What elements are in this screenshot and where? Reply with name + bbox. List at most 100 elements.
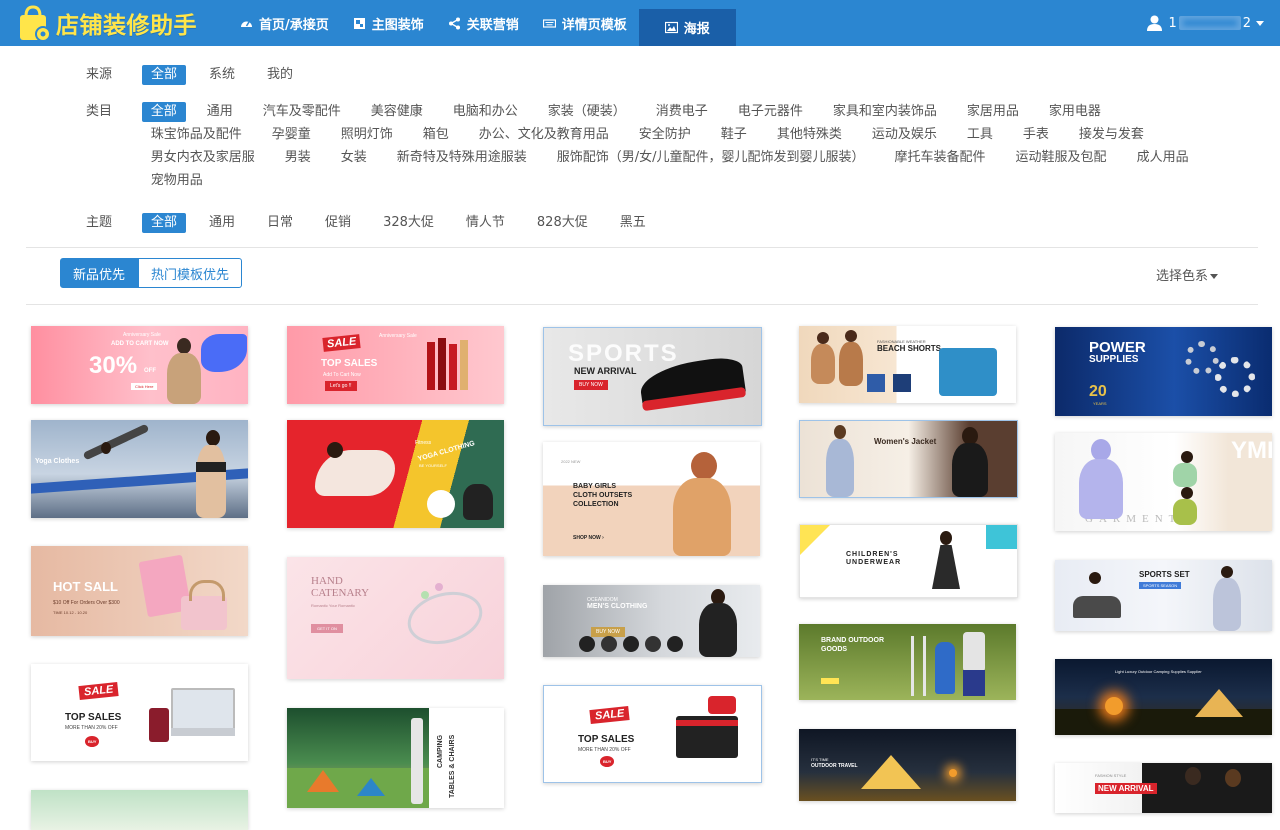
- poster-card[interactable]: Yoga Clothes: [31, 420, 248, 518]
- poster-card[interactable]: Light Luxury Outdoor Camping Supplies Su…: [1055, 659, 1272, 735]
- poster-card[interactable]: [31, 790, 248, 830]
- filter-label-theme: 主题: [86, 215, 113, 230]
- category-filter-option[interactable]: 通用: [198, 102, 242, 122]
- nav-item-main-image[interactable]: 主图装饰: [341, 0, 436, 46]
- filter-label-category: 类目: [86, 104, 113, 119]
- category-filter-option[interactable]: 美容健康: [362, 102, 432, 122]
- poster-card[interactable]: FASHION STYLE NEW ARRIVAL: [1055, 763, 1272, 813]
- category-filter-option[interactable]: 家具和室内装饰品: [824, 102, 946, 122]
- category-filter-option[interactable]: 手表: [1014, 125, 1058, 145]
- theme-filter-option[interactable]: 情人节: [457, 213, 514, 233]
- category-filter-option[interactable]: 电脑和办公: [444, 102, 527, 122]
- theme-filter-option[interactable]: 黑五: [611, 213, 655, 233]
- category-filter-option[interactable]: 男女内衣及家居服: [142, 148, 264, 168]
- category-filter-option[interactable]: 鞋子: [712, 125, 756, 145]
- category-filter-option[interactable]: 摩托车装备配件: [886, 148, 995, 168]
- filter-row-theme: 主题 全部 通用 日常 促销 328大促 情人节 828大促 黑五: [86, 213, 669, 236]
- poster-card[interactable]: POWER SUPPLIES 20 YEARS: [1055, 327, 1272, 416]
- category-filter-option[interactable]: 全部: [141, 102, 186, 122]
- nav-label: 海报: [683, 22, 710, 37]
- filter-row-category: 类目 全部 通用 汽车及零配件 美容健康 电脑和办公 家装（硬装） 消费电子 电子元器件 家具和…: [86, 102, 1226, 194]
- category-filter-option[interactable]: 电子元器件: [729, 102, 812, 122]
- category-filter-option[interactable]: 办公、文化及教育用品: [470, 125, 618, 145]
- nav-item-detail-template[interactable]: 详情页模板: [531, 0, 639, 46]
- nav-label: 首页/承接页: [259, 17, 329, 33]
- category-filter-option[interactable]: 成人用品: [1128, 148, 1198, 168]
- source-filter-option[interactable]: 全部: [142, 65, 187, 85]
- filter-options-source: 全部 系统 我的: [142, 65, 316, 88]
- user-menu[interactable]: 1 2: [1147, 0, 1264, 46]
- theme-filter-option[interactable]: 日常: [258, 213, 302, 233]
- sort-popular-button[interactable]: 热门模板优先: [138, 258, 243, 288]
- poster-card[interactable]: YML GARMENT: [1055, 433, 1272, 531]
- filter-options-theme: 全部 通用 日常 促销 328大促 情人节 828大促 黑五: [142, 213, 669, 236]
- theme-filter-option[interactable]: 828大促: [528, 213, 597, 233]
- category-filter-option[interactable]: 家居用品: [958, 102, 1028, 122]
- nav-item-poster[interactable]: 海报: [638, 9, 736, 46]
- divider: [26, 304, 1258, 305]
- category-filter-option[interactable]: 接发与发套: [1070, 125, 1153, 145]
- theme-filter-option[interactable]: 通用: [200, 213, 244, 233]
- sort-toggle: 新品优先 热门模板优先: [60, 258, 243, 288]
- category-filter-option[interactable]: 宠物用品: [142, 171, 212, 191]
- category-filter-option[interactable]: 其他特殊类: [768, 125, 851, 145]
- chevron-down-icon: [1210, 274, 1218, 279]
- poster-card[interactable]: Fitness YOGA CLOTHING BE YOURSELF: [287, 420, 504, 528]
- category-filter-option[interactable]: 工具: [958, 125, 1002, 145]
- poster-card[interactable]: HAND CATENARY Romantic Your Romantic GET…: [287, 557, 504, 679]
- category-filter-option[interactable]: 家装（硬装）: [539, 102, 635, 122]
- theme-filter-option[interactable]: 全部: [142, 213, 187, 233]
- category-filter-option[interactable]: 照明灯饰: [332, 125, 402, 145]
- poster-card[interactable]: FASHIONABLE WEATHER BEACH SHORTS: [799, 326, 1016, 403]
- category-filter-option[interactable]: 家用电器: [1040, 102, 1110, 122]
- category-filter-option[interactable]: 箱包: [414, 125, 458, 145]
- poster-card[interactable]: SPORTS NEW ARRIVAL BUY NOW: [543, 327, 762, 426]
- nav-item-home[interactable]: 首页/承接页: [228, 0, 341, 46]
- source-filter-option[interactable]: 系统: [200, 65, 244, 85]
- picture-icon: [664, 21, 678, 34]
- category-filter-option[interactable]: 女装: [332, 148, 376, 168]
- poster-card[interactable]: SALE TOP SALES MORE THAN 20% OFF BUY: [31, 664, 248, 761]
- category-filter-option[interactable]: 孕婴童: [263, 125, 320, 145]
- username-prefix: 1: [1168, 15, 1177, 31]
- username-suffix: 2: [1242, 15, 1251, 31]
- category-filter-option[interactable]: 新奇特及特殊用途服装: [388, 148, 536, 168]
- poster-card[interactable]: SPORTS SET SPORTS SEASON: [1055, 560, 1272, 631]
- category-filter-option[interactable]: 汽车及零配件: [254, 102, 350, 122]
- category-filter-option[interactable]: 运动鞋服及包配: [1007, 148, 1116, 168]
- top-nav-bar: 店铺装修助手 首页/承接页 主图装饰 关联营销 详情页模板 海报 1 2: [0, 0, 1280, 46]
- poster-card[interactable]: Anniversary Sale ADD TO CART NOW 30% OFF…: [31, 326, 248, 404]
- poster-card[interactable]: CAMPING TABLES & CHAIRS: [287, 708, 504, 808]
- keyboard-icon: [542, 17, 556, 30]
- username-redacted: [1178, 16, 1241, 30]
- category-filter-option[interactable]: 运动及娱乐: [863, 125, 946, 145]
- category-filter-option[interactable]: 男装: [276, 148, 320, 168]
- source-filter-option[interactable]: 我的: [258, 65, 302, 85]
- category-filter-option[interactable]: 珠宝饰品及配件: [142, 125, 251, 145]
- category-filter-option[interactable]: 消费电子: [647, 102, 717, 122]
- color-picker-label: 选择色系: [1155, 269, 1208, 284]
- poster-card[interactable]: OCEANIDOM MEN'S CLOTHING BUY NOW: [543, 585, 760, 657]
- theme-filter-option[interactable]: 促销: [316, 213, 360, 233]
- poster-card[interactable]: Women's Jacket: [799, 420, 1018, 498]
- image-frame-icon: [353, 17, 366, 30]
- poster-card[interactable]: HOT SALL $10 Off For Orders Over $300 TI…: [31, 546, 248, 636]
- divider: [26, 247, 1258, 248]
- category-filter-option[interactable]: 服饰配饰（男/女/儿童配件，婴儿配饰发到婴儿服装）: [548, 148, 874, 168]
- poster-card[interactable]: IT'S TIME OUTDOOR TRAVEL: [799, 729, 1016, 801]
- main-nav: 首页/承接页 主图装饰 关联营销 详情页模板 海报: [228, 0, 736, 46]
- nav-item-related-marketing[interactable]: 关联营销: [436, 0, 531, 46]
- poster-card[interactable]: 2022 NEW BABY GIRLS CLOTH OUTSETS COLLEC…: [543, 442, 760, 556]
- poster-card[interactable]: SALE TOP SALES MORE THAN 20% OFF BUY: [543, 685, 762, 783]
- poster-card[interactable]: BRAND OUTDOOR GOODS: [799, 624, 1016, 700]
- theme-filter-option[interactable]: 328大促: [374, 213, 443, 233]
- sort-newest-button[interactable]: 新品优先: [60, 258, 139, 288]
- poster-card[interactable]: SALE Anniversary Sale TOP SALES Add To C…: [287, 326, 504, 404]
- poster-card[interactable]: CHILDREN'S UNDERWEAR: [799, 524, 1018, 598]
- color-picker-dropdown[interactable]: 选择色系: [1156, 265, 1218, 284]
- category-filter-option[interactable]: 安全防护: [630, 125, 700, 145]
- app-logo[interactable]: 店铺装修助手: [16, 3, 197, 43]
- filter-options-category: 全部 通用 汽车及零配件 美容健康 电脑和办公 家装（硬装） 消费电子 电子元器件 家具和室内装…: [141, 102, 1226, 194]
- nav-label: 关联营销: [466, 17, 519, 33]
- dashboard-icon: [240, 17, 253, 30]
